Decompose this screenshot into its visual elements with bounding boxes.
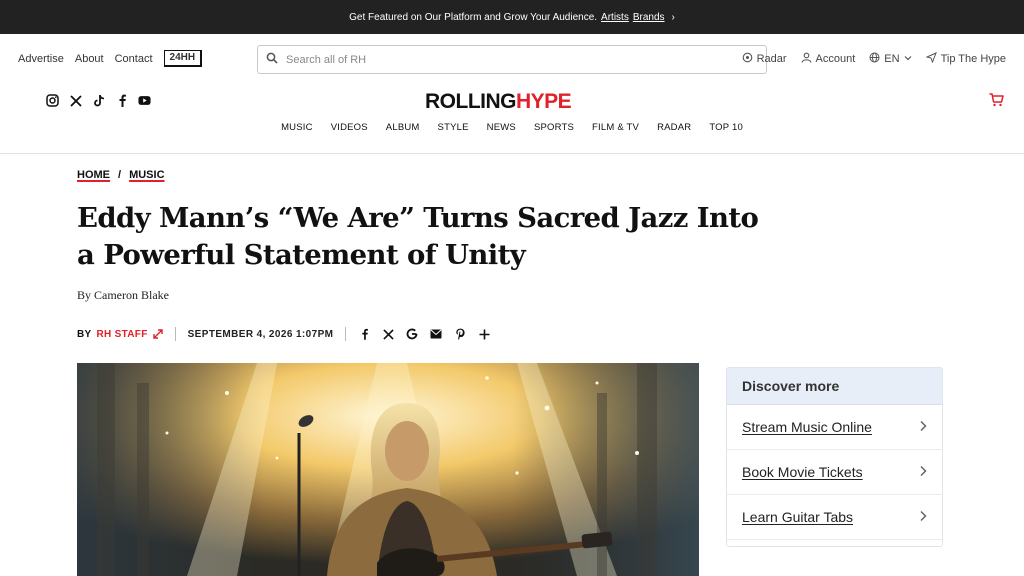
nav-item-album[interactable]: ALBUM (386, 122, 420, 148)
tiktok-icon[interactable] (92, 94, 105, 107)
x-share-icon[interactable] (382, 328, 394, 340)
discover-item-label: Learn Guitar Tabs (742, 509, 854, 525)
nav-item-sports[interactable]: SPORTS (534, 122, 574, 148)
promo-link-artists[interactable]: Artists (601, 12, 629, 23)
breadcrumb-music[interactable]: MUSIC (129, 169, 164, 181)
promo-link-brands[interactable]: Brands (633, 12, 665, 23)
breadcrumb-separator: / (118, 169, 122, 181)
promo-bar: Get Featured on Our Platform and Grow Yo… (0, 0, 1024, 34)
discover-item[interactable]: Stream Music Online (727, 405, 942, 450)
radar-label: Radar (756, 53, 787, 65)
tip-label: Tip The Hype (940, 53, 1006, 65)
language-selector[interactable]: EN (869, 52, 912, 66)
discover-title: Discover more (727, 368, 942, 405)
send-icon (925, 52, 937, 66)
author-link[interactable]: RH STAFF (97, 329, 148, 340)
discover-item-label: Book Movie Tickets (742, 464, 863, 480)
article-byline: By Cameron Blake (77, 288, 169, 302)
breadcrumb: HOME / MUSIC (77, 169, 165, 181)
x-icon[interactable] (69, 94, 82, 107)
nav-item-film-tv[interactable]: FILM & TV (592, 122, 639, 148)
24hh-badge[interactable]: 24HH (163, 50, 203, 67)
user-icon (801, 52, 812, 66)
radar-icon (742, 52, 753, 66)
promo-text: Get Featured on Our Platform and Grow Yo… (349, 11, 598, 23)
contact-link[interactable]: Contact (115, 53, 153, 65)
logo-rolling: ROLLING (425, 90, 517, 113)
meta-divider (345, 327, 347, 341)
header-divider (0, 153, 1024, 154)
breadcrumb-home[interactable]: HOME (77, 169, 110, 181)
email-share-icon[interactable] (430, 328, 442, 340)
search-icon (266, 51, 278, 69)
main-nav: MUSIC VIDEOS ALBUM STYLE NEWS SPORTS FIL… (0, 122, 1024, 148)
social-links (46, 94, 151, 107)
chevron-right-icon: › (671, 11, 675, 23)
about-link[interactable]: About (75, 53, 104, 65)
chevron-down-icon (904, 53, 912, 65)
expand-icon[interactable] (152, 329, 163, 339)
logo-hype: HYPE (516, 90, 572, 113)
more-share-icon[interactable] (478, 328, 490, 340)
nav-item-top10[interactable]: TOP 10 (709, 122, 743, 148)
discover-item[interactable]: Book Movie Tickets (727, 450, 942, 495)
radar-link[interactable]: Radar (742, 52, 787, 66)
discover-item[interactable]: Learn Guitar Tabs (727, 495, 942, 540)
publish-date: SEPTEMBER 4, 2026 1:07PM (187, 328, 334, 340)
account-link[interactable]: Account (801, 52, 856, 66)
youtube-icon[interactable] (138, 94, 151, 107)
nav-item-radar[interactable]: RADAR (657, 122, 691, 148)
discover-item-label: Stream Music Online (742, 419, 872, 435)
account-label: Account (815, 53, 856, 65)
nav-item-style[interactable]: STYLE (438, 122, 469, 148)
cart-icon[interactable] (989, 93, 1004, 112)
utility-bar: Advertise About Contact 24HH Radar Accou… (0, 34, 1024, 86)
globe-icon (869, 52, 880, 66)
tip-link[interactable]: Tip The Hype (925, 52, 1006, 66)
meta-divider (174, 327, 176, 341)
nav-item-music[interactable]: MUSIC (281, 122, 313, 148)
facebook-share-icon[interactable] (358, 328, 370, 340)
language-label: EN (884, 53, 900, 65)
search-box[interactable] (257, 45, 767, 74)
discover-more-panel: Discover more Stream Music Online Book M… (726, 367, 943, 547)
hero-image (77, 363, 699, 576)
chevron-right-icon (919, 419, 927, 435)
share-buttons (358, 328, 490, 340)
pinterest-share-icon[interactable] (454, 328, 466, 340)
chevron-right-icon (919, 464, 927, 480)
nav-item-news[interactable]: NEWS (487, 122, 516, 148)
brand-row: ROLLINGHYPE (0, 86, 1024, 116)
meta-by: BY (77, 328, 92, 340)
google-share-icon[interactable] (406, 328, 418, 340)
nav-item-videos[interactable]: VIDEOS (331, 122, 368, 148)
facebook-icon[interactable] (115, 94, 128, 107)
utility-links: Advertise About Contact 24HH (18, 50, 203, 67)
search-input[interactable] (286, 53, 726, 66)
instagram-icon[interactable] (46, 94, 59, 107)
advertise-link[interactable]: Advertise (18, 53, 64, 65)
article-title: Eddy Mann’s “We Are” Turns Sacred Jazz I… (77, 202, 759, 271)
site-logo[interactable]: ROLLINGHYPE (425, 90, 572, 114)
article-meta: BY RH STAFF SEPTEMBER 4, 2026 1:07PM (77, 326, 490, 342)
utility-right: Radar Account EN Tip The Hype (742, 52, 1006, 66)
chevron-right-icon (919, 509, 927, 525)
